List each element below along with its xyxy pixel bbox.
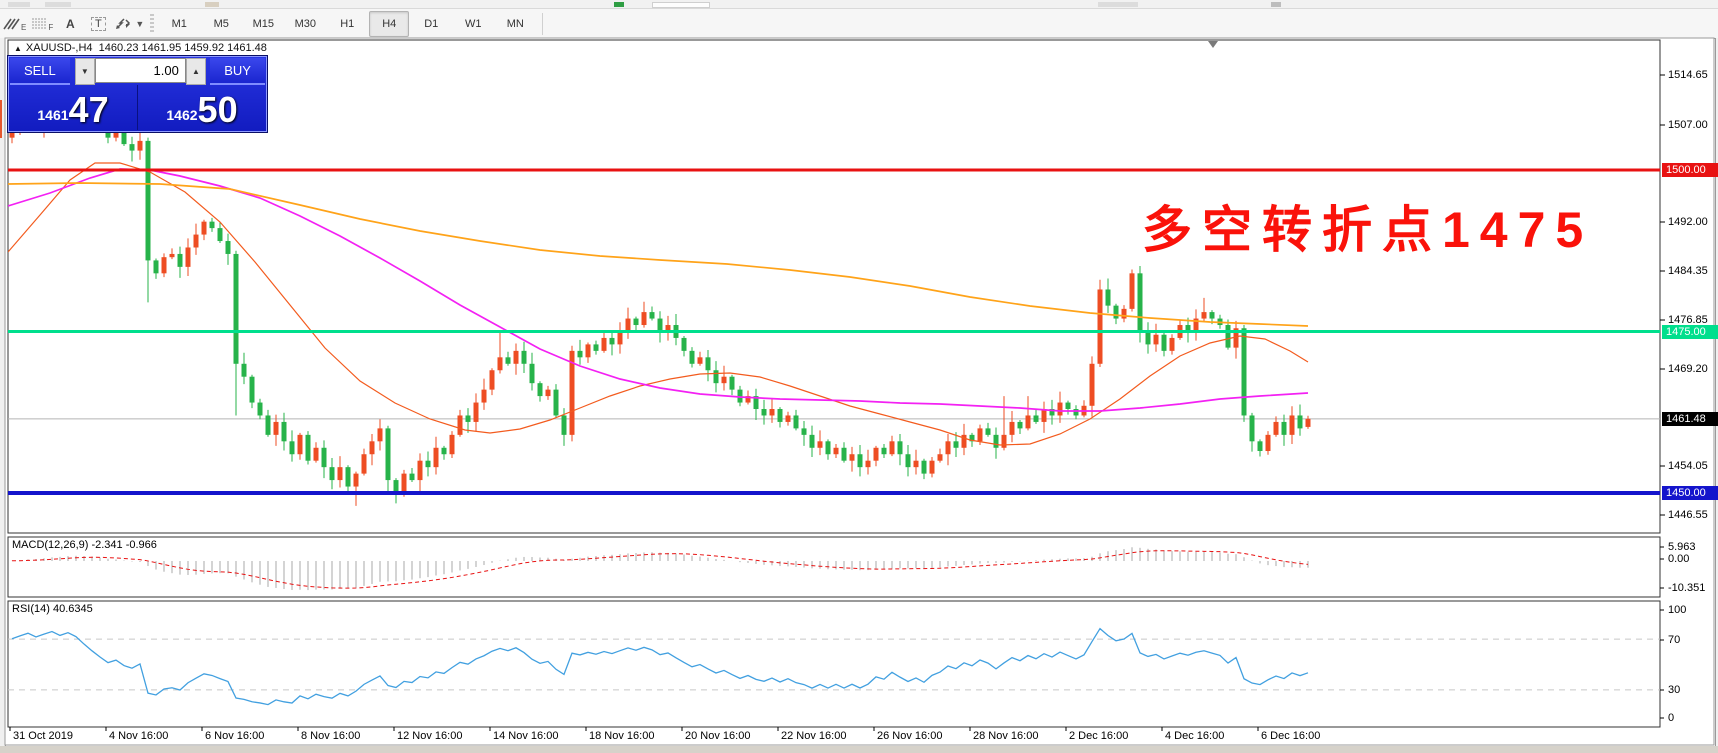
price-level-badge: 1475.00 <box>1662 325 1718 339</box>
price-level-badge: 1461.48 <box>1662 412 1718 426</box>
bid-quote[interactable]: 1461 47 <box>9 85 138 130</box>
price-tick-label: 1446.55 <box>1668 509 1708 521</box>
time-tick-label: 8 Nov 16:00 <box>301 730 360 742</box>
price-level-badge: 1500.00 <box>1662 163 1718 177</box>
symbol-title: XAUUSD-,H4 <box>26 42 93 54</box>
volume-decrease-button[interactable]: ▼ <box>75 58 95 85</box>
price-tick-label: 1484.35 <box>1668 265 1708 277</box>
time-tick-label: 12 Nov 16:00 <box>397 730 462 742</box>
rsi-indicator-label: RSI(14) 40.6345 <box>12 603 93 615</box>
rsi-tick-label: 70 <box>1668 634 1680 646</box>
ohlc-values: 1460.23 1461.95 1459.92 1461.48 <box>99 42 267 54</box>
collapse-triangle-icon[interactable]: ▲ <box>14 44 22 53</box>
trade-panel-controls: SELL ▼ 1.00 ▲ BUY <box>9 57 266 84</box>
trade-panel-quotes: 1461 47 1462 50 <box>9 85 266 130</box>
volume-increase-button[interactable]: ▲ <box>186 58 206 85</box>
time-tick-label: 6 Nov 16:00 <box>205 730 264 742</box>
time-tick-label: 31 Oct 2019 <box>13 730 73 742</box>
time-tick-label: 2 Dec 16:00 <box>1069 730 1128 742</box>
price-level-badge: 1450.00 <box>1662 486 1718 500</box>
sell-button[interactable]: SELL <box>10 58 70 85</box>
ask-price-big: 50 <box>198 93 238 127</box>
time-tick-label: 4 Nov 16:00 <box>109 730 168 742</box>
price-tick-label: 1514.65 <box>1668 69 1708 81</box>
macd-tick-label: -10.351 <box>1668 582 1705 594</box>
macd-tick-label: 0.00 <box>1668 553 1689 565</box>
volume-input[interactable]: 1.00 <box>95 58 186 83</box>
time-tick-label: 26 Nov 16:00 <box>877 730 942 742</box>
time-tick-label: 4 Dec 16:00 <box>1165 730 1224 742</box>
chart-annotation-text: 多空转折点1475 <box>1142 190 1593 262</box>
price-tick-label: 1492.00 <box>1668 216 1708 228</box>
macd-indicator-label: MACD(12,26,9) -2.341 -0.966 <box>12 539 157 551</box>
macd-tick-label: 5.963 <box>1668 541 1696 553</box>
time-tick-label: 22 Nov 16:00 <box>781 730 846 742</box>
symbol-ohlc-bar: ▲ XAUUSD-,H4 1460.23 1461.95 1459.92 1461… <box>14 42 267 54</box>
rsi-tick-label: 0 <box>1668 712 1674 724</box>
buy-button[interactable]: BUY <box>210 58 265 85</box>
rsi-tick-label: 30 <box>1668 684 1680 696</box>
time-tick-label: 20 Nov 16:00 <box>685 730 750 742</box>
one-click-trading-panel: SELL ▼ 1.00 ▲ BUY 1461 47 1462 50 <box>8 56 267 132</box>
rsi-tick-label: 100 <box>1668 604 1686 616</box>
price-tick-label: 1469.20 <box>1668 363 1708 375</box>
time-tick-label: 18 Nov 16:00 <box>589 730 654 742</box>
time-tick-label: 6 Dec 16:00 <box>1261 730 1320 742</box>
ask-price-prefix: 1462 <box>166 107 197 123</box>
time-tick-label: 14 Nov 16:00 <box>493 730 558 742</box>
price-tick-label: 1507.00 <box>1668 119 1708 131</box>
time-tick-label: 28 Nov 16:00 <box>973 730 1038 742</box>
bid-price-prefix: 1461 <box>37 107 68 123</box>
bid-price-big: 47 <box>69 93 109 127</box>
price-tick-label: 1454.05 <box>1668 460 1708 472</box>
mt4-terminal: E F A T ▼ M1M5M15M30H1H4D1W1MN ▲XAUUSD-,… <box>0 0 1718 753</box>
ask-quote[interactable]: 1462 50 <box>138 85 266 130</box>
